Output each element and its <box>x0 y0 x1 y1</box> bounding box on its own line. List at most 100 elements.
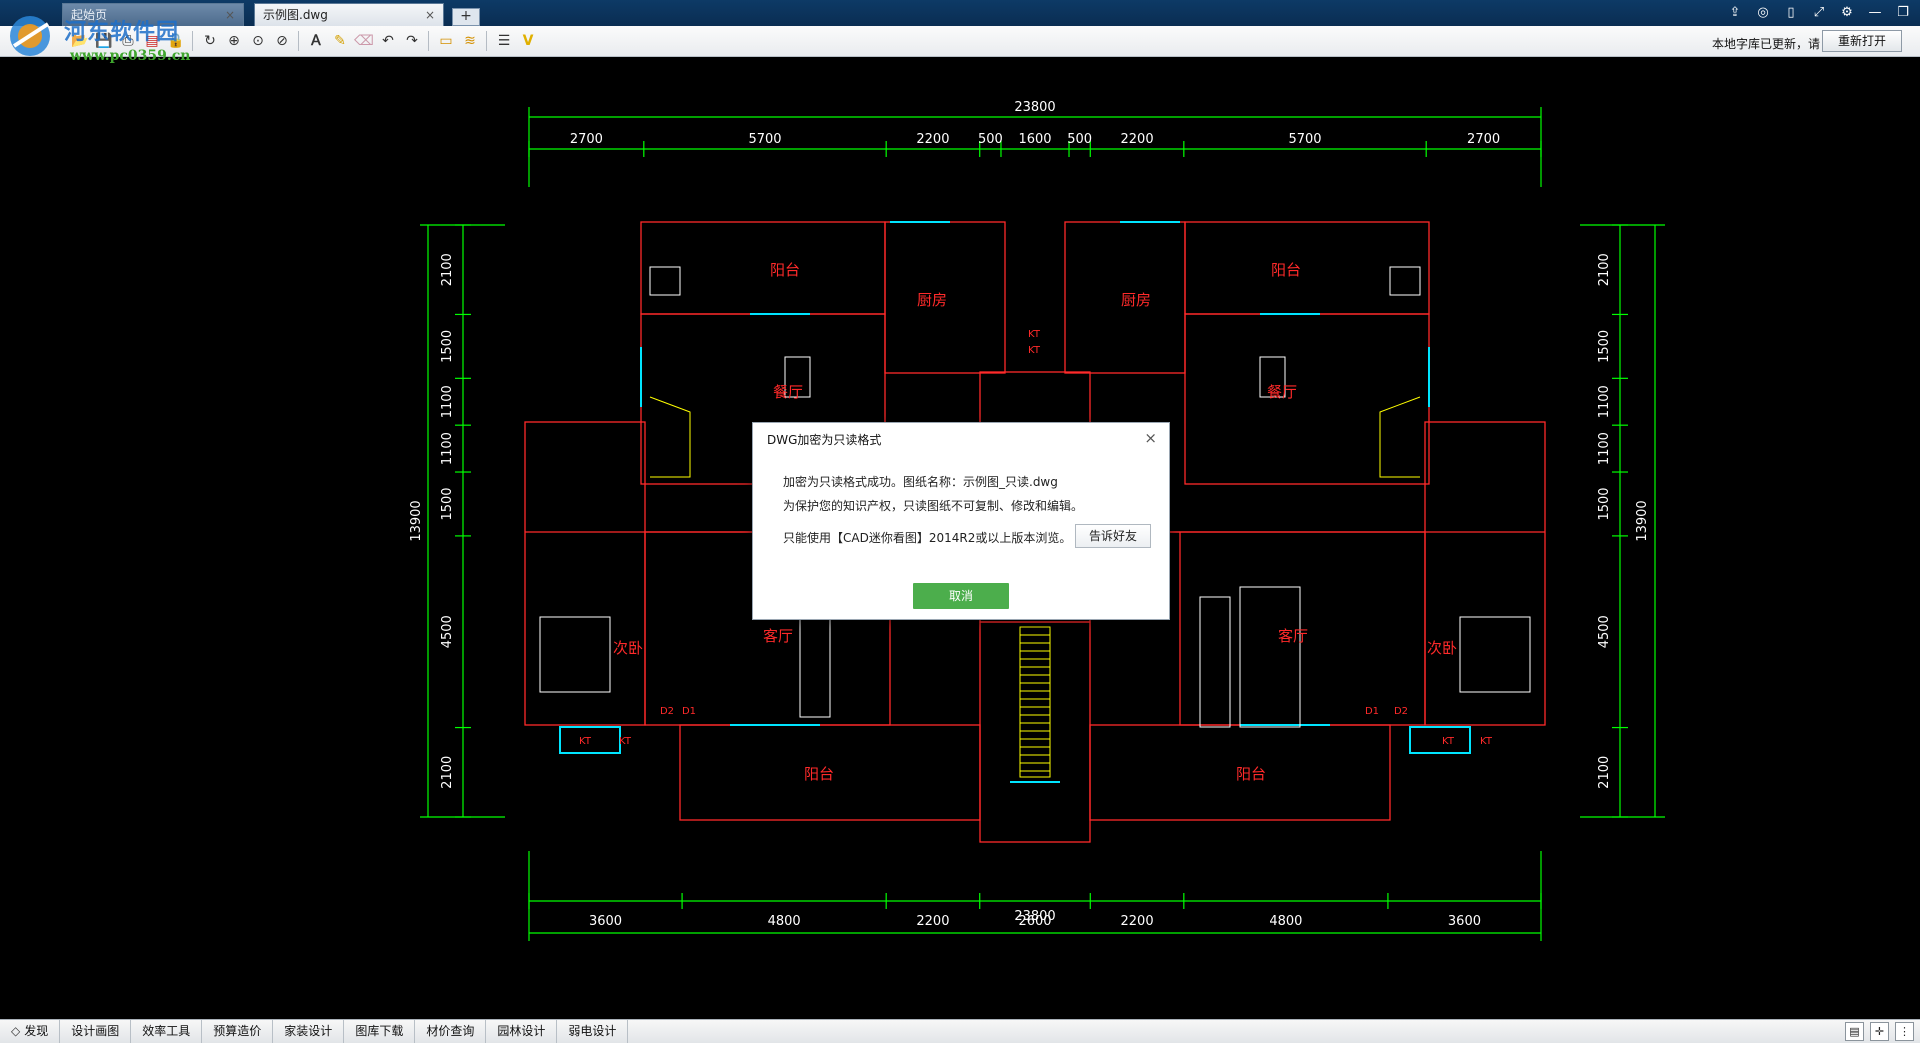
check-icon[interactable]: V <box>518 31 538 51</box>
fullscreen-icon[interactable]: ⤢ <box>1810 4 1828 22</box>
minimize-icon[interactable]: — <box>1866 4 1884 22</box>
dim-right-text: 1500 <box>1597 487 1612 520</box>
zoom-realtime-icon[interactable]: ⊘ <box>272 31 292 51</box>
bottom-item-efficiency-tools[interactable]: 效率工具 <box>131 1020 203 1043</box>
dim-top-total: 23800 <box>1014 100 1055 115</box>
dim-right-total: 13900 <box>1635 500 1650 541</box>
dim-left-text: 1500 <box>440 330 455 363</box>
bottom-item-low-voltage-design[interactable]: 弱电设计 <box>557 1020 629 1043</box>
dim-top-text: 1600 <box>1018 132 1051 147</box>
room-label-dining: 餐厅 <box>773 383 803 401</box>
dim-right-text: 4500 <box>1597 615 1612 648</box>
dim-right-text: 1100 <box>1597 385 1612 418</box>
bottom-bar: ◇ 发现 设计画图 效率工具 预算造价 家装设计 图库下载 材价查询 园林设计 弱… <box>0 1019 1920 1043</box>
bottom-item-library-download[interactable]: 图库下载 <box>344 1020 416 1043</box>
room-label-kitchen: 厨房 <box>1121 291 1151 309</box>
phone-icon[interactable]: ▯ <box>1782 4 1800 22</box>
close-tab-icon[interactable]: × <box>425 4 435 26</box>
dim-left-text: 2100 <box>440 756 455 789</box>
redo-icon[interactable]: ↷ <box>402 31 422 51</box>
bottom-item-label: 弱电设计 <box>568 1024 617 1038</box>
dim-bottom-text: 3600 <box>589 914 622 929</box>
dim-top-text: 5700 <box>1288 132 1321 147</box>
room-label-bedroom: 次卧 <box>613 639 643 657</box>
bottom-item-home-design[interactable]: 家装设计 <box>273 1020 345 1043</box>
bottom-item-label: 设计画图 <box>71 1024 120 1038</box>
text-icon[interactable]: Ａ <box>306 31 326 51</box>
tag-d2: D2 <box>660 706 674 717</box>
bottom-item-landscape-design[interactable]: 园林设计 <box>486 1020 558 1043</box>
tab-example-dwg[interactable]: 示例图.dwg × <box>254 3 444 26</box>
compass-icon: ◇ <box>11 1024 21 1038</box>
bottom-right-tools: ▤ ✛ ⋮ <box>1845 1022 1914 1041</box>
dim-bottom-total: 23800 <box>1014 909 1055 924</box>
bottom-item-discover[interactable]: ◇ 发现 <box>0 1020 61 1043</box>
crosshair-icon[interactable]: ✛ <box>1870 1022 1889 1041</box>
room-label-living: 客厅 <box>1278 627 1308 645</box>
share-icon[interactable]: ⇪ <box>1726 4 1744 22</box>
tell-friends-button[interactable]: 告诉好友 <box>1075 524 1151 548</box>
bottom-item-design-drawing[interactable]: 设计画图 <box>60 1020 132 1043</box>
title-bar: 起始页 × 示例图.dwg × + ⇪ ◎ ▯ ⤢ ⚙ — ❐ <box>0 0 1920 26</box>
toolbar-separator <box>298 31 299 51</box>
zoom-extents-icon[interactable]: ⊙ <box>248 31 268 51</box>
close-icon[interactable]: × <box>1144 429 1157 447</box>
dim-right-text: 2100 <box>1597 756 1612 789</box>
dim-bottom-text: 2200 <box>916 914 949 929</box>
undo-icon[interactable]: ↶ <box>378 31 398 51</box>
tag-kt: KT <box>1028 329 1041 340</box>
grid-icon[interactable]: ⋮ <box>1895 1022 1914 1041</box>
room-label-living: 客厅 <box>763 627 793 645</box>
restore-icon[interactable]: ❐ <box>1894 4 1912 22</box>
settings-icon[interactable]: ⚙ <box>1838 4 1856 22</box>
tag-kt: KT <box>619 736 632 747</box>
dim-right-text: 1100 <box>1597 432 1612 465</box>
bottom-item-label: 园林设计 <box>497 1024 546 1038</box>
dim-top-text: 5700 <box>748 132 781 147</box>
bottom-item-material-price[interactable]: 材价查询 <box>415 1020 487 1043</box>
bottom-item-label: 发现 <box>24 1024 49 1038</box>
dialog-message-version: 只能使用【CAD迷你看图】2014R2或以上版本浏览。 <box>783 531 1072 545</box>
room-label-kitchen: 厨房 <box>917 291 947 309</box>
dim-top-text: 500 <box>978 132 1003 147</box>
wechat-icon[interactable]: ◎ <box>1754 4 1772 22</box>
hatch-icon[interactable]: ≋ <box>460 31 480 51</box>
reopen-button[interactable]: 重新打开 <box>1822 30 1902 52</box>
eraser-icon[interactable]: ⌫ <box>354 31 374 51</box>
bottom-menu: ◇ 发现 设计画图 效率工具 预算造价 家装设计 图库下载 材价查询 园林设计 弱… <box>0 1020 629 1043</box>
tag-d1: D1 <box>682 706 696 717</box>
cancel-button[interactable]: 取消 <box>913 583 1009 609</box>
toolbar-separator <box>428 31 429 51</box>
font-update-notice: 本地字库已更新，请 <box>1711 37 1820 51</box>
toolbar-separator <box>192 31 193 51</box>
room-label-balcony: 阳台 <box>804 765 834 783</box>
close-tab-icon[interactable]: × <box>225 4 235 26</box>
tab-label: 示例图.dwg <box>263 8 328 22</box>
dim-top-text: 2700 <box>1467 132 1500 147</box>
dim-top-text: 2700 <box>570 132 603 147</box>
rotate-icon[interactable]: ↻ <box>200 31 220 51</box>
dim-right-text: 1500 <box>1597 330 1612 363</box>
dim-bottom-text: 2200 <box>1121 914 1154 929</box>
room-label-balcony: 阳台 <box>770 261 800 279</box>
room-label-balcony: 阳台 <box>1271 261 1301 279</box>
new-tab-button[interactable]: + <box>452 8 480 26</box>
bottom-item-label: 材价查询 <box>426 1024 475 1038</box>
dim-top-text: 2200 <box>1121 132 1154 147</box>
tag-kt: KT <box>1028 345 1041 356</box>
layout-icon[interactable]: ▤ <box>1845 1022 1864 1041</box>
layers-icon[interactable]: ☰ <box>494 31 514 51</box>
tag-d1: D1 <box>1365 706 1379 717</box>
pencil-icon[interactable]: ✎ <box>330 31 350 51</box>
tag-kt: KT <box>1480 736 1493 747</box>
dim-left-text: 1500 <box>440 487 455 520</box>
dialog-message-protection: 为保护您的知识产权，只读图纸不可复制、修改和编辑。 <box>783 499 1084 513</box>
dim-left-text: 1100 <box>440 385 455 418</box>
bottom-item-budget[interactable]: 预算造价 <box>202 1020 274 1043</box>
toolbar: 📂 💾 ⎙ ▤ 🔒 ↻ ⊕ ⊙ ⊘ Ａ ✎ ⌫ ↶ ↷ ▭ ≋ ☰ V 本地字库… <box>0 26 1920 57</box>
dialog-message-success: 加密为只读格式成功。图纸名称：示例图_只读.dwg <box>783 475 1058 489</box>
measure-icon[interactable]: ▭ <box>436 31 456 51</box>
dialog-title: DWG加密为只读格式 <box>767 433 882 447</box>
bottom-item-label: 图库下载 <box>355 1024 404 1038</box>
zoom-window-icon[interactable]: ⊕ <box>224 31 244 51</box>
